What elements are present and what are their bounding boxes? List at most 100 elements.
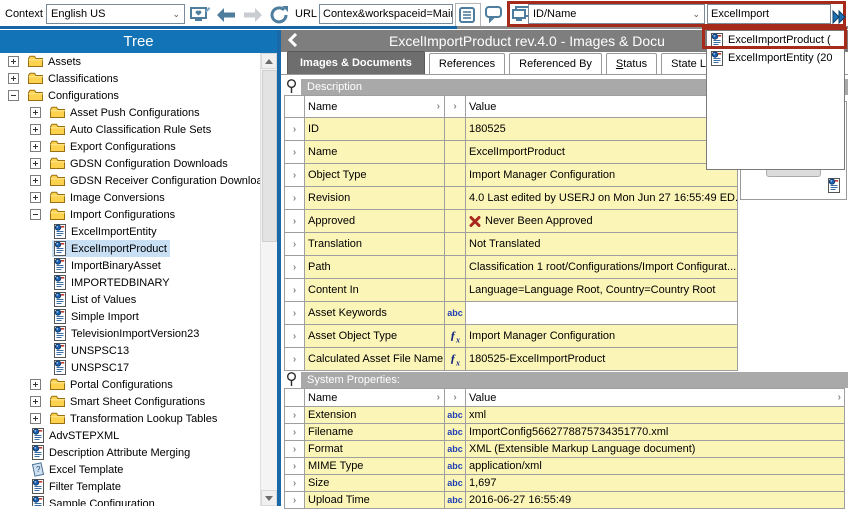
attribute-value[interactable]: XML (Extensible Markup Language document… [466, 441, 844, 457]
tree-item-configurations[interactable]: Configurations [0, 87, 261, 104]
sort-icon[interactable]: › [838, 392, 841, 403]
attribute-row-extension[interactable]: ›Extensionabcxml [285, 407, 844, 424]
sort-icon[interactable]: › [437, 101, 440, 112]
tree-item-assets[interactable]: Assets [0, 53, 261, 70]
tree-item-importbinaryasset[interactable]: ImportBinaryAsset [0, 257, 261, 274]
tree-item-unspsc13[interactable]: UNSPSC13 [0, 342, 261, 359]
context-settings-icon[interactable] [188, 3, 212, 26]
tree-item-excelimportentity[interactable]: ExcelImportEntity [0, 223, 261, 240]
attribute-row-id[interactable]: ›ID180525 [285, 118, 737, 141]
expand-plus-icon[interactable] [8, 56, 19, 67]
suggestion-item-1[interactable]: ExcelImportProduct ( [707, 31, 844, 49]
tree-item-auto-classification-rule-sets[interactable]: Auto Classification Rule Sets [0, 121, 261, 138]
attribute-row-size[interactable]: ›Sizeabc1,697 [285, 475, 844, 492]
scroll-up-icon[interactable] [261, 53, 277, 69]
attribute-row-object-type[interactable]: ›Object TypeImport Manager Configuration [285, 164, 737, 187]
attribute-value[interactable]: xml [466, 407, 844, 423]
tree-item-filter-template[interactable]: Filter Template [0, 478, 261, 495]
attribute-row-approved[interactable]: ›ApprovedNever Been Approved [285, 210, 737, 233]
tree-item-import-configurations[interactable]: Import Configurations [0, 206, 261, 223]
tree-scrollbar[interactable] [260, 53, 277, 506]
tree-item-gdsn-receiver-configuration-downloads[interactable]: GDSN Receiver Configuration Downloads [0, 172, 261, 189]
pin-icon[interactable] [286, 79, 297, 94]
refresh-icon[interactable] [268, 3, 292, 26]
column-header-name[interactable]: Name› [305, 96, 445, 117]
attribute-value[interactable]: Import Manager Configuration [466, 325, 737, 347]
row-expand-icon[interactable]: › [285, 407, 305, 423]
attribute-value[interactable]: 180525 [466, 118, 737, 140]
tree-item-importedbinary[interactable]: IMPORTEDBINARY [0, 274, 261, 291]
expand-plus-icon[interactable] [8, 73, 19, 84]
column-header-value[interactable]: Value› [466, 96, 737, 117]
url-input[interactable]: Contex&workspaceid=Main [319, 4, 453, 24]
row-expand-icon[interactable]: › [285, 118, 305, 140]
row-expand-icon[interactable]: › [285, 279, 305, 301]
expand-plus-icon[interactable] [30, 396, 41, 407]
row-expand-icon[interactable]: › [285, 325, 305, 347]
scrollbar-thumb[interactable] [262, 70, 277, 242]
attribute-row-mime-type[interactable]: ›MIME Typeabcapplication/xml [285, 458, 844, 475]
tree-item-export-configurations[interactable]: Export Configurations [0, 138, 261, 155]
attribute-value[interactable] [466, 302, 737, 324]
tree-item-description-attribute-merging[interactable]: Description Attribute Merging [0, 444, 261, 461]
expand-plus-icon[interactable] [30, 107, 41, 118]
suggestion-item-2[interactable]: ExcelImportEntity (20 [707, 49, 844, 67]
attribute-value[interactable]: Never Been Approved [466, 210, 737, 232]
tree-item-smart-sheet-configurations[interactable]: Smart Sheet Configurations [0, 393, 261, 410]
attribute-value[interactable]: Classification 1 root/Configurations/Imp… [466, 256, 737, 278]
tree-item-transformation-lookup-tables[interactable]: Transformation Lookup Tables [0, 410, 261, 427]
expand-plus-icon[interactable] [30, 379, 41, 390]
row-expand-icon[interactable]: › [285, 210, 305, 232]
tree-item-simple-import[interactable]: Simple Import [0, 308, 261, 325]
tree-item-advstepxml[interactable]: AdvSTEPXML [0, 427, 261, 444]
tab-images-documents[interactable]: Images & Documents [287, 51, 425, 74]
column-header-name[interactable]: Name› [305, 389, 445, 406]
attribute-row-calculated-asset-file-name[interactable]: ›Calculated Asset File Nameƒx180525-Exce… [285, 348, 737, 371]
context-select[interactable]: English US ⌄ [46, 4, 185, 24]
column-header-type[interactable]: › [445, 389, 466, 406]
row-expand-icon[interactable]: › [285, 233, 305, 255]
scroll-down-icon[interactable] [261, 490, 277, 506]
expand-plus-icon[interactable] [30, 175, 41, 186]
tree-item-classifications[interactable]: Classifications [0, 70, 261, 87]
row-expand-icon[interactable]: › [285, 424, 305, 440]
comment-bubble-icon[interactable] [482, 3, 506, 26]
pin-icon[interactable] [286, 372, 297, 387]
tab-references[interactable]: References [429, 53, 505, 74]
tree-item-televisionimportversion23[interactable]: TelevisionImportVersion23 [0, 325, 261, 342]
tree-item-gdsn-configuration-downloads[interactable]: GDSN Configuration Downloads [0, 155, 261, 172]
tab-referenced-by[interactable]: Referenced By [509, 53, 602, 74]
collapse-left-icon[interactable] [288, 33, 298, 47]
row-expand-icon[interactable]: › [285, 164, 305, 186]
back-arrow-icon[interactable] [214, 3, 238, 26]
attribute-row-upload-time[interactable]: ›Upload Timeabc2016-06-27 16:55:49 [285, 492, 844, 509]
attribute-row-revision[interactable]: ›Revision4.0 Last edited by USERJ on Mon… [285, 187, 737, 210]
row-expand-icon[interactable]: › [285, 256, 305, 278]
collapse-minus-icon[interactable] [8, 90, 19, 101]
row-expand-icon[interactable]: › [285, 458, 305, 474]
tree-item-image-conversions[interactable]: Image Conversions [0, 189, 261, 206]
tree-item-sample-configuration[interactable]: Sample Configuration [0, 495, 261, 506]
expand-plus-icon[interactable] [30, 413, 41, 424]
attribute-row-filename[interactable]: ›FilenameabcImportConfig5662778875734351… [285, 424, 844, 441]
attribute-row-asset-object-type[interactable]: ›Asset Object TypeƒxImport Manager Confi… [285, 325, 737, 348]
tab-status[interactable]: Status [606, 53, 657, 74]
expand-plus-icon[interactable] [30, 141, 41, 152]
attribute-value[interactable]: 1,697 [466, 475, 844, 491]
attribute-row-name[interactable]: ›NameExcelImportProduct [285, 141, 737, 164]
search-go-icon[interactable] [831, 5, 847, 28]
search-type-select[interactable]: ID/Name ⌄ [528, 4, 705, 24]
row-expand-icon[interactable]: › [285, 141, 305, 163]
attribute-value[interactable]: Language=Language Root, Country=Country … [466, 279, 737, 301]
tree-item-asset-push-configurations[interactable]: Asset Push Configurations [0, 104, 261, 121]
row-expand-icon[interactable]: › [285, 348, 305, 370]
attribute-value[interactable]: Import Manager Configuration [466, 164, 737, 186]
row-expand-icon[interactable]: › [285, 302, 305, 324]
row-expand-icon[interactable]: › [285, 475, 305, 491]
expand-plus-icon[interactable] [30, 158, 41, 169]
tree-item-unspsc17[interactable]: UNSPSC17 [0, 359, 261, 376]
attribute-row-format[interactable]: ›FormatabcXML (Extensible Markup Languag… [285, 441, 844, 458]
search-input[interactable]: ExcelImport [707, 4, 831, 24]
attribute-value[interactable]: ExcelImportProduct [466, 141, 737, 163]
column-header-value[interactable]: Value› [466, 389, 844, 406]
